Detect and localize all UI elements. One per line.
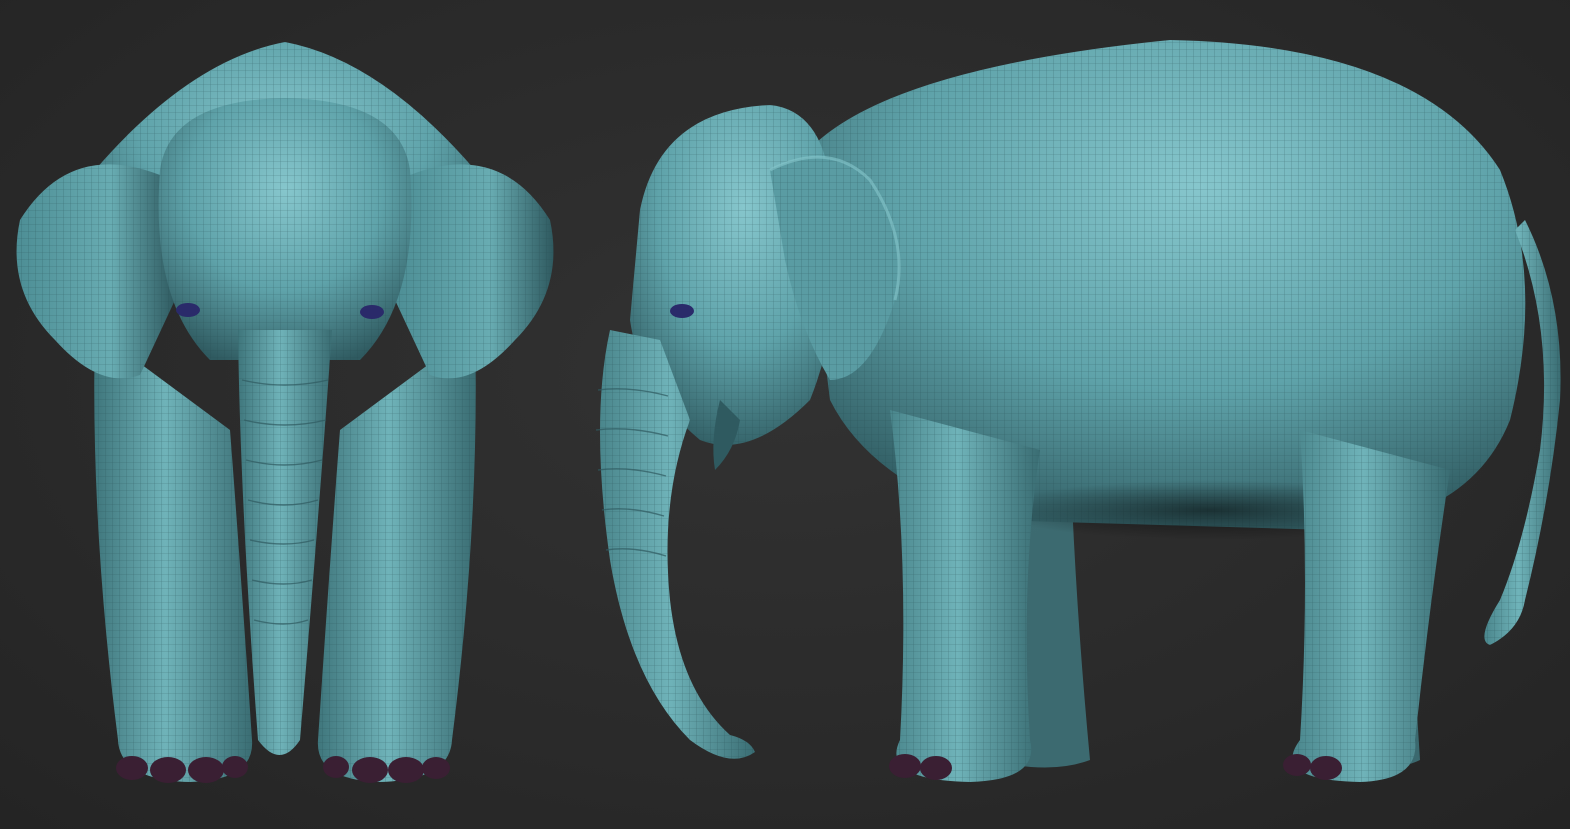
elephant-front-view: [0, 0, 570, 829]
elephant-side-view: [570, 0, 1570, 829]
elephant-side-render: [595, 40, 1561, 782]
toenails: [116, 756, 450, 783]
eye-side: [670, 304, 694, 318]
elephant-front-render: [16, 42, 554, 783]
sculpt-viewport[interactable]: [0, 0, 1570, 829]
